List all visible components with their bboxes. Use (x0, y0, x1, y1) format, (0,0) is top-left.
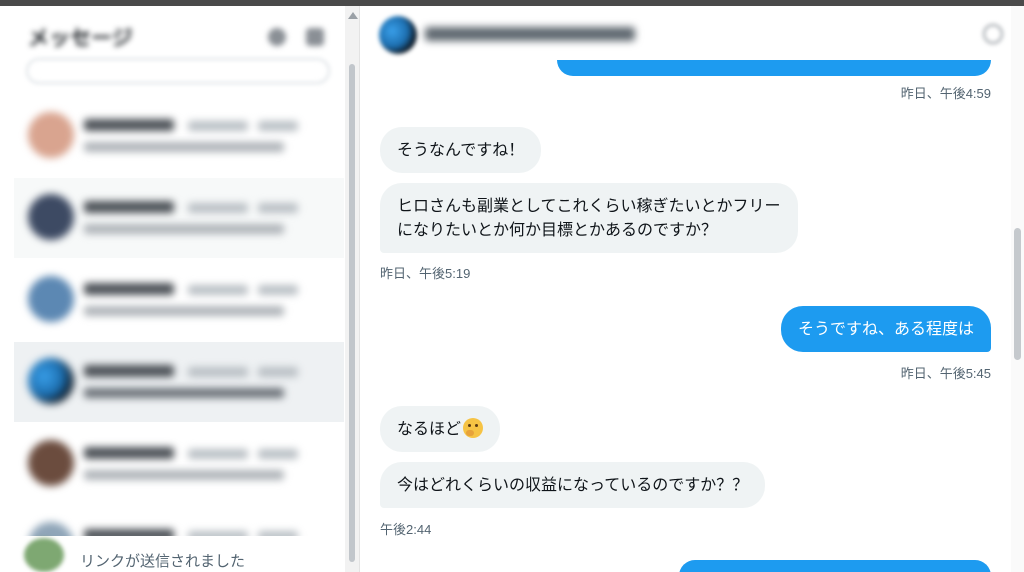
settings-icon[interactable] (268, 28, 286, 46)
avatar (28, 112, 74, 158)
avatar (28, 276, 74, 322)
incoming-message-bubble[interactable]: なるほど (380, 406, 501, 452)
thinking-face-icon (463, 418, 484, 438)
message-text-line: になりたいとか何か目標とかあるのですか？ (397, 220, 718, 239)
avatar (28, 358, 74, 404)
conversation-name (84, 444, 324, 459)
chat-panel: 昨日、午後4:59 そうなんですね！ ヒロさんも副業としてこれくらい稼ぎたいとか… (361, 6, 1011, 572)
message-timestamp: 午後2:44 (380, 522, 432, 537)
new-message-icon[interactable] (306, 28, 324, 46)
outgoing-message-bubble[interactable] (679, 560, 991, 572)
conversation-snippet (84, 142, 284, 152)
message-timestamp: 昨日、午後5:19 (380, 266, 471, 281)
search-input[interactable] (26, 58, 330, 84)
avatar[interactable] (379, 16, 417, 54)
incoming-message-bubble[interactable]: ヒロさんも副業としてこれくらい稼ぎたいとかフリー になりたいとか何か目標とかある… (380, 183, 798, 253)
conversation-item[interactable] (14, 96, 344, 176)
conversation-snippet (84, 306, 284, 316)
info-icon[interactable] (983, 24, 1003, 44)
conversation-snippet (84, 470, 284, 480)
conversation-item-preview[interactable]: リンクが送信されました (10, 536, 345, 572)
conversation-list-scrollbar[interactable] (345, 6, 360, 572)
conversation-item[interactable] (14, 424, 344, 504)
conversation-name (84, 198, 324, 213)
incoming-message-bubble[interactable]: 今はどれくらいの収益になっているのですか？？ (380, 462, 766, 508)
message-timestamp: 昨日、午後4:59 (900, 86, 991, 101)
conversation-snippet (84, 388, 284, 398)
conversation-list-header: メッセージ (0, 6, 345, 86)
conversation-name (84, 280, 324, 295)
incoming-message-bubble[interactable]: そうなんですね！ (380, 127, 542, 173)
chat-scrollbar[interactable] (1011, 6, 1024, 572)
conversation-item[interactable] (14, 178, 344, 258)
conversation-snippet: リンクが送信されました (80, 552, 246, 570)
message-text: なるほど (397, 419, 462, 438)
chat-header (361, 6, 1011, 60)
scroll-up-arrow-icon[interactable] (348, 12, 358, 19)
scrollbar-thumb[interactable] (349, 64, 355, 562)
message-text-line: ヒロさんも副業としてこれくらい稼ぎたいとかフリー (397, 196, 781, 215)
avatar (28, 194, 74, 240)
outgoing-message-bubble[interactable]: そうですね、ある程度は (780, 306, 991, 352)
scrollbar-thumb[interactable] (1014, 228, 1021, 360)
messages-title: メッセージ (28, 26, 133, 50)
conversation-item-selected[interactable] (14, 342, 344, 422)
conversation-list-panel: メッセージ リンクが送信されました (0, 6, 345, 572)
avatar (24, 538, 64, 572)
avatar (28, 440, 74, 486)
message-timestamp: 昨日、午後5:45 (900, 366, 991, 381)
conversation-item[interactable] (14, 260, 344, 340)
chat-partner-name[interactable] (425, 27, 635, 41)
conversation-name (84, 116, 324, 131)
conversation-name (84, 362, 324, 377)
conversation-snippet (84, 224, 284, 234)
